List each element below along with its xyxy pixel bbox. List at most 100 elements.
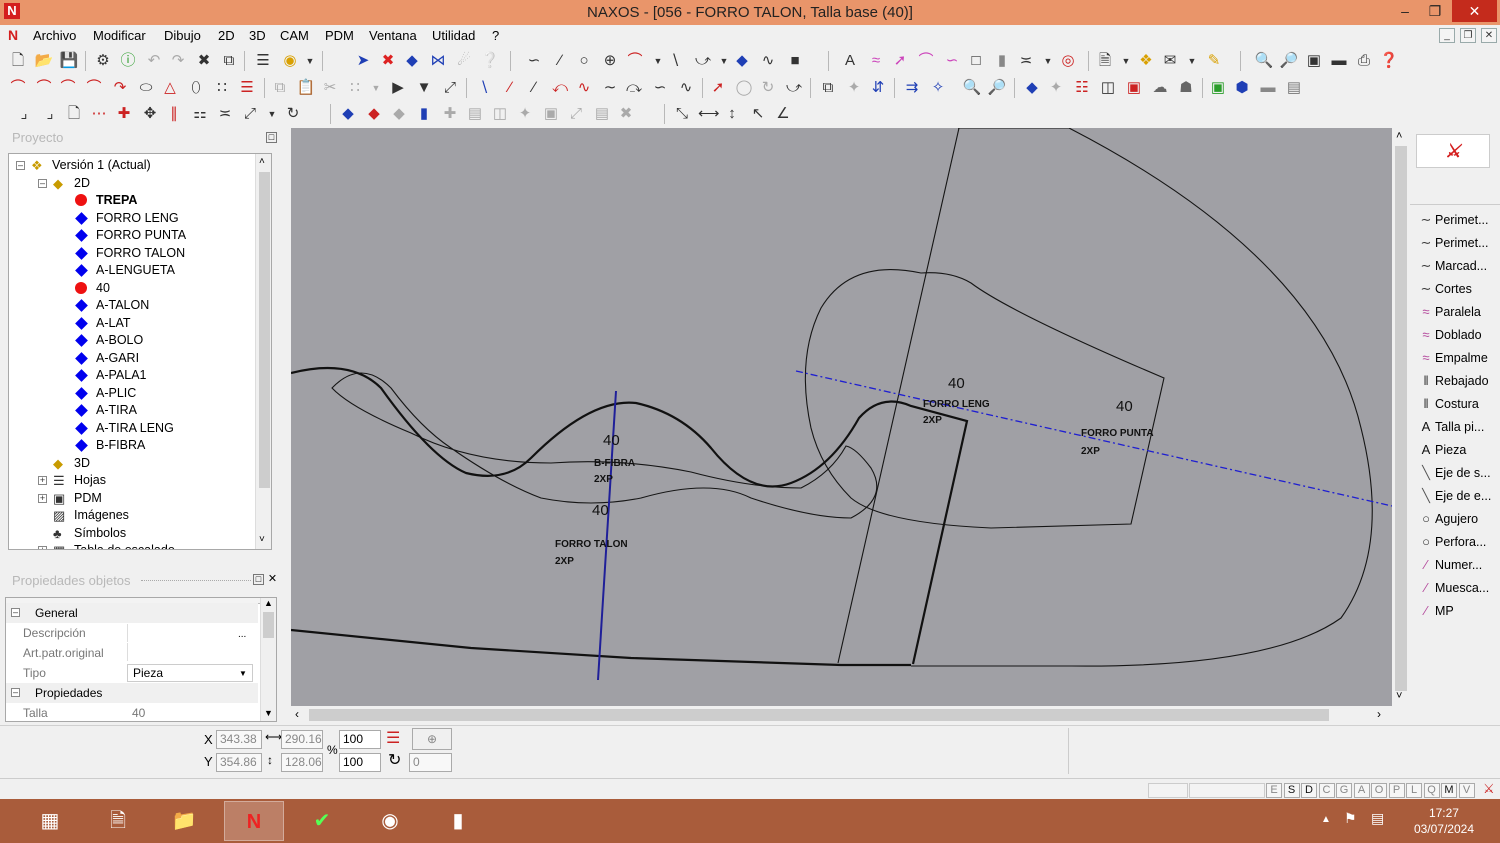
- flip-icon[interactable]: ▼: [414, 78, 434, 98]
- flag-icon[interactable]: ⚑: [1344, 810, 1357, 827]
- canvas-hscrollbar[interactable]: ‹ ›: [291, 706, 1392, 724]
- props-scroll-down-icon[interactable]: ▼: [264, 708, 273, 718]
- status-toggle[interactable]: A: [1353, 783, 1370, 798]
- blue-line-1-icon[interactable]: ∖: [474, 78, 494, 98]
- settings-gear-icon[interactable]: ⚙: [93, 51, 113, 71]
- shoe-icon[interactable]: ▬: [1258, 78, 1278, 98]
- document-tool-icon[interactable]: 🗎: [1095, 51, 1115, 71]
- tool-item[interactable]: ○ Perfora...: [1417, 532, 1486, 552]
- offset-icon[interactable]: ∼: [600, 78, 620, 98]
- cross-point-icon[interactable]: ⊕: [600, 51, 620, 71]
- tree-expand-icon[interactable]: +: [38, 476, 47, 485]
- select-piece-icon[interactable]: ➤: [353, 51, 373, 71]
- tool-item[interactable]: ∕ MP: [1417, 601, 1454, 621]
- y-coordinate-field[interactable]: 354.86: [216, 753, 262, 772]
- transform-icon[interactable]: ≍: [1016, 51, 1036, 71]
- fill-square-icon[interactable]: ■: [785, 51, 805, 71]
- mirror-icon[interactable]: ▶: [388, 78, 408, 98]
- mdi-restore-icon[interactable]: ❐: [1460, 28, 1476, 43]
- move-piece-icon[interactable]: ◆: [402, 51, 422, 71]
- section-general[interactable]: – General: [6, 603, 258, 623]
- status-toggle[interactable]: L: [1406, 783, 1422, 798]
- document-dropdown-icon[interactable]: ▼: [1116, 51, 1136, 71]
- measure-diagonal-icon[interactable]: ⤡: [672, 104, 692, 124]
- tool-item[interactable]: ╲ Eje de e...: [1417, 486, 1491, 506]
- search-2-icon[interactable]: 🔎: [987, 78, 1007, 98]
- axis-line-icon[interactable]: ∖: [665, 51, 685, 71]
- status-toggle[interactable]: P: [1388, 783, 1405, 798]
- taskbar-calculator-icon[interactable]: ▦: [20, 801, 80, 841]
- canvas-scroll-left-icon[interactable]: ‹: [295, 707, 299, 721]
- canvas-hscroll-thumb[interactable]: [309, 709, 1329, 721]
- window-tool-icon[interactable]: ▣: [1124, 78, 1144, 98]
- search-1-icon[interactable]: 🔍: [962, 78, 982, 98]
- rotate-grey-2-icon[interactable]: ↻: [758, 78, 778, 98]
- tool-item[interactable]: A Talla pi...: [1417, 417, 1485, 437]
- table-tool-icon[interactable]: ☷: [1072, 78, 1092, 98]
- dashed-line-icon[interactable]: ⋯: [89, 104, 109, 124]
- props-scrollbar[interactable]: ▲ ▼: [260, 598, 276, 721]
- clock[interactable]: 17:27 03/07/2024: [1414, 805, 1474, 837]
- oval-tool-icon[interactable]: ⬯: [186, 78, 206, 98]
- tool-item[interactable]: ‖ Rebajado: [1417, 371, 1488, 391]
- fillet-icon[interactable]: ∽: [650, 78, 670, 98]
- tool-item[interactable]: ≈ Empalme: [1417, 348, 1487, 368]
- status-toggle[interactable]: V: [1458, 783, 1475, 798]
- mdi-close-icon[interactable]: ✕: [1481, 28, 1497, 43]
- undo-icon[interactable]: ↶: [144, 51, 164, 71]
- green-window-icon[interactable]: ▣: [1208, 78, 1228, 98]
- menu-2d[interactable]: 2D: [218, 28, 235, 43]
- scroll-down-icon[interactable]: ˅: [259, 534, 265, 545]
- menu-cam[interactable]: CAM: [280, 28, 309, 43]
- status-toggle[interactable]: D: [1301, 783, 1317, 798]
- taskbar-app-icon[interactable]: ▮: [428, 801, 488, 841]
- tool-item[interactable]: A Pieza: [1417, 440, 1467, 460]
- menu-pdm[interactable]: PDM: [325, 28, 354, 43]
- point-tool-icon[interactable]: ✦: [1046, 78, 1066, 98]
- tool-item[interactable]: ‖ Costura: [1417, 394, 1478, 414]
- cut-icon[interactable]: ✂: [320, 78, 340, 98]
- grade-icon[interactable]: ❖: [1136, 51, 1156, 71]
- tool-item[interactable]: ∼ Perimet...: [1417, 233, 1489, 253]
- width-field[interactable]: 290.16: [281, 730, 323, 749]
- status-toggle[interactable]: C: [1318, 783, 1335, 798]
- piece-tool-5-icon[interactable]: ✚: [440, 104, 460, 124]
- arc-tool-5-icon[interactable]: ↷: [110, 78, 130, 98]
- rectangle-icon[interactable]: □: [966, 51, 986, 71]
- tray-arrow-icon[interactable]: ▲: [1321, 814, 1331, 825]
- menu-modificar[interactable]: Modificar: [93, 28, 146, 43]
- scale-x-field[interactable]: 100: [339, 730, 381, 749]
- paste-tool-icon[interactable]: 📋: [296, 78, 316, 98]
- delete-x-icon[interactable]: ✖: [194, 51, 214, 71]
- menu-help[interactable]: ?: [492, 28, 499, 43]
- properties-pin-icon[interactable]: □: [253, 574, 264, 585]
- tree-collapse-icon[interactable]: –: [38, 178, 47, 188]
- ruler-icon[interactable]: ▬: [1329, 51, 1349, 71]
- canvas-vscrollbar[interactable]: ˄ ˅: [1392, 128, 1410, 706]
- canvas-scroll-up-icon[interactable]: ˄: [1396, 130, 1402, 142]
- tool-item[interactable]: ∼ Marcad...: [1417, 256, 1488, 276]
- triangle-icon[interactable]: △: [160, 78, 180, 98]
- taskbar-explorer-icon[interactable]: 📁: [154, 801, 214, 841]
- spline-icon[interactable]: ∿: [758, 51, 778, 71]
- tool-grey-1-icon[interactable]: ☄: [454, 51, 474, 71]
- collapse-propiedades-icon[interactable]: –: [11, 688, 20, 697]
- new-file-icon[interactable]: 🗋: [8, 51, 28, 71]
- row-tipo[interactable]: Tipo Pieza ▼: [6, 663, 258, 683]
- tipo-dropdown-icon[interactable]: ▼: [239, 664, 247, 684]
- menu-dibujo[interactable]: Dibujo: [164, 28, 201, 43]
- smooth-icon[interactable]: ∿: [676, 78, 696, 98]
- polyline-icon[interactable]: ⤻: [693, 51, 713, 71]
- edge-2-icon[interactable]: ∽: [942, 51, 962, 71]
- grid-lines-icon[interactable]: ☰: [237, 78, 257, 98]
- tree-expand-icon[interactable]: +: [38, 493, 47, 503]
- tool-grey-2-icon[interactable]: ❔: [480, 51, 500, 71]
- scale-settings-icon[interactable]: ☰: [386, 728, 400, 748]
- menu-ventana[interactable]: Ventana: [369, 28, 417, 43]
- piece-tool-9-icon[interactable]: ▣: [541, 104, 561, 124]
- row-talla[interactable]: Talla 40: [6, 703, 258, 721]
- updown-arrows-icon[interactable]: ⇵: [868, 78, 888, 98]
- document-icon[interactable]: N: [8, 27, 24, 43]
- link-cross-icon[interactable]: ✧: [928, 78, 948, 98]
- wave-icon[interactable]: ≈: [866, 51, 886, 71]
